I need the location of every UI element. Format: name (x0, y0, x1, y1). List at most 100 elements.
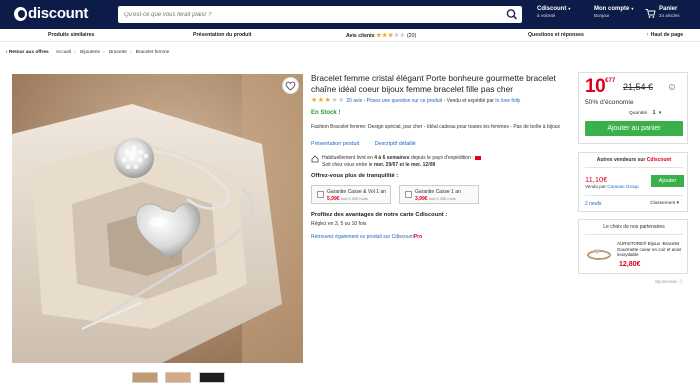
chevron-down-icon: ▾ (631, 6, 634, 11)
economy-label: 50% d'économie (585, 99, 634, 106)
price-box: 10€77 21,54 € i 50% d'économie Quantité … (578, 72, 688, 144)
ship-line2-a: Soit chez vous entre le (322, 161, 373, 168)
breadcrumb-item[interactable]: Bracelet femme (136, 50, 170, 55)
cav-sub: à volonté (537, 12, 556, 18)
seller-link[interactable]: In love folly (495, 98, 520, 104)
breadcrumb-item[interactable]: Accueil (56, 50, 71, 55)
sort-dropdown[interactable]: Classement ▾ (650, 201, 679, 206)
nav-rating-stars: ★★★★★ (376, 33, 406, 39)
heart-icon (285, 81, 296, 91)
back-to-offers-link[interactable]: ‹ Retour aux offres (6, 50, 49, 55)
guarantee-label: Garantie Casse & Vol 1 an (327, 189, 386, 195)
breadcrumb-item[interactable]: Bracelet (109, 50, 127, 55)
thumbnail-2[interactable] (165, 372, 191, 383)
wishlist-button[interactable] (282, 77, 299, 94)
sponsored-label[interactable]: Sponsorisé ⓘ (655, 279, 683, 285)
chevron-down-icon: ▾ (676, 201, 680, 206)
chevron-down-icon: ▾ (658, 111, 662, 116)
seller-add-button[interactable]: Ajouter (651, 175, 684, 187)
short-description: Fashion Bracelet femme: Design spécial, … (311, 124, 561, 130)
current-price: 10€77 (585, 76, 615, 98)
pro-link-text: Retrouvez également ce produit sur Cdisc… (311, 234, 414, 240)
product-title: Bracelet femme cristal élégant Porte bon… (311, 73, 556, 94)
thumbnail-3[interactable] (199, 372, 225, 383)
price-decimal: €77 (605, 78, 616, 84)
info-icon: i (669, 84, 675, 90)
cart-link[interactable]: Panier 24 articles (645, 6, 697, 23)
reviews-link[interactable]: 20 avis (346, 98, 362, 104)
nav-questions[interactable]: Questions et réponses (528, 32, 584, 38)
search-button[interactable] (502, 6, 522, 23)
guarantee-price: 5,99€ (327, 196, 340, 202)
guarantee-checkbox[interactable] (405, 191, 412, 198)
partner-product-name[interactable]: AURISTORE® Bijoux -Bracelet Gourmette co… (617, 241, 687, 258)
tab-description[interactable]: Descriptif détaillé (375, 141, 416, 147)
bracelet-photo (12, 74, 303, 363)
sellers-title-b: Cdiscount (646, 157, 672, 163)
account-title: Mon compte (594, 6, 630, 12)
quantity-label: Quantité (629, 111, 648, 116)
ship-line1-a: Habituellement livré en (322, 155, 373, 161)
quantity-value: 1 (652, 110, 656, 116)
seller-label: Vendu et expédié par (446, 98, 494, 104)
nav-reviews-count: (20) (406, 33, 417, 39)
nav-presentation[interactable]: Présentation du produit (193, 32, 252, 38)
guarantee-checkbox[interactable] (317, 191, 324, 198)
nav-similar-products[interactable]: Produits similaires (48, 32, 94, 38)
cdiscount-logo[interactable]: discount (14, 5, 100, 22)
detail-links: Présentation produit Descriptif détaillé (311, 141, 430, 147)
product-main-image[interactable] (12, 74, 303, 363)
quantity-selector[interactable]: Quantité 1 ▾ (629, 110, 661, 116)
sponsored-text: Sponsorisé (655, 279, 677, 284)
chevron-down-icon: ▾ (568, 6, 571, 11)
search-input[interactable] (124, 9, 494, 20)
card-advantages-text: Réglez en 3, 5 ou 10 fois (311, 221, 367, 227)
nav-reviews[interactable]: Avis clients ★★★★★ (20) (346, 32, 416, 39)
guarantee-monthly: soit 0,33€ mois (428, 196, 456, 201)
search-box (118, 6, 522, 23)
new-offers-link[interactable]: 2 neufs (585, 201, 601, 207)
ask-question-link[interactable]: Posez une question sur ce produit (367, 98, 443, 104)
shipping-info: Habituellement livré en 4 à 6 semaines d… (311, 155, 567, 168)
divider (585, 195, 683, 196)
seller-info: Vendu par Caravan Group (585, 184, 639, 189)
arrow-up-icon: ↑ (646, 32, 649, 38)
nav-top[interactable]: ↑ Haut de page (646, 32, 683, 38)
breadcrumb-separator: › (103, 50, 105, 55)
cdiscount-pro-link[interactable]: Retrouvez également ce produit sur Cdisc… (311, 234, 422, 240)
account-sub: Bonjour (594, 12, 610, 18)
product-nav-bar: Produits similaires Présentation du prod… (0, 29, 700, 42)
ship-line1-c: depuis le pays d'expédition : (410, 155, 474, 161)
partner-title: Le choix de nos partenaires (603, 224, 665, 230)
price-integer: 10 (585, 76, 606, 97)
top-header: discount Cdiscount▾ à volonté Mon compte… (0, 0, 700, 29)
search-icon (506, 9, 517, 20)
cart-title: Panier (659, 6, 678, 12)
product-rating-row: ★★★★★ 20 avis - Posez une question sur c… (311, 96, 520, 104)
seller-name-link[interactable]: Caravan Group (607, 184, 638, 189)
partner-box: Le choix de nos partenaires AURISTORE® B… (578, 219, 688, 274)
seller-by-label: Vendu par (585, 184, 606, 189)
other-sellers-box: Autres vendeurs sur Cdiscount 11,10€ Ven… (578, 152, 688, 212)
seller-price: 11,10€ (585, 175, 608, 184)
thumbnail-1[interactable] (132, 372, 158, 383)
back-label: Retour aux offres (8, 50, 49, 55)
stock-status: En Stock ! (311, 110, 341, 116)
logo-c-mark (14, 7, 27, 21)
flag-icon (475, 155, 482, 160)
add-to-cart-button[interactable]: Ajouter au panier (585, 121, 683, 136)
breadcrumb-separator: › (74, 50, 76, 55)
guarantee-option-1[interactable]: Garantie Casse & Vol 1 an 5,99€ soit 0,5… (311, 185, 391, 204)
info-icon: ⓘ (678, 279, 683, 284)
account-link[interactable]: Mon compte ▾ Bonjour (594, 6, 633, 18)
guarantee-option-2[interactable]: Garantie Casse 1 an 3,99€ soit 0,33€ moi… (399, 185, 479, 204)
sellers-title-a: Autres vendeurs sur (596, 157, 647, 163)
partner-product-image[interactable] (585, 240, 613, 268)
partner-product-price: 12,80€ (619, 261, 641, 268)
rating-stars: ★★★★★ (311, 97, 345, 104)
tab-presentation[interactable]: Présentation produit (311, 141, 359, 147)
breadcrumb-item[interactable]: Bijouterie (80, 50, 100, 55)
guarantee-monthly: soit 0,50€ mois (340, 196, 368, 201)
pro-label: Pro (413, 234, 423, 240)
cdiscount-a-volonte-link[interactable]: Cdiscount ▾ à volonté (537, 6, 570, 18)
